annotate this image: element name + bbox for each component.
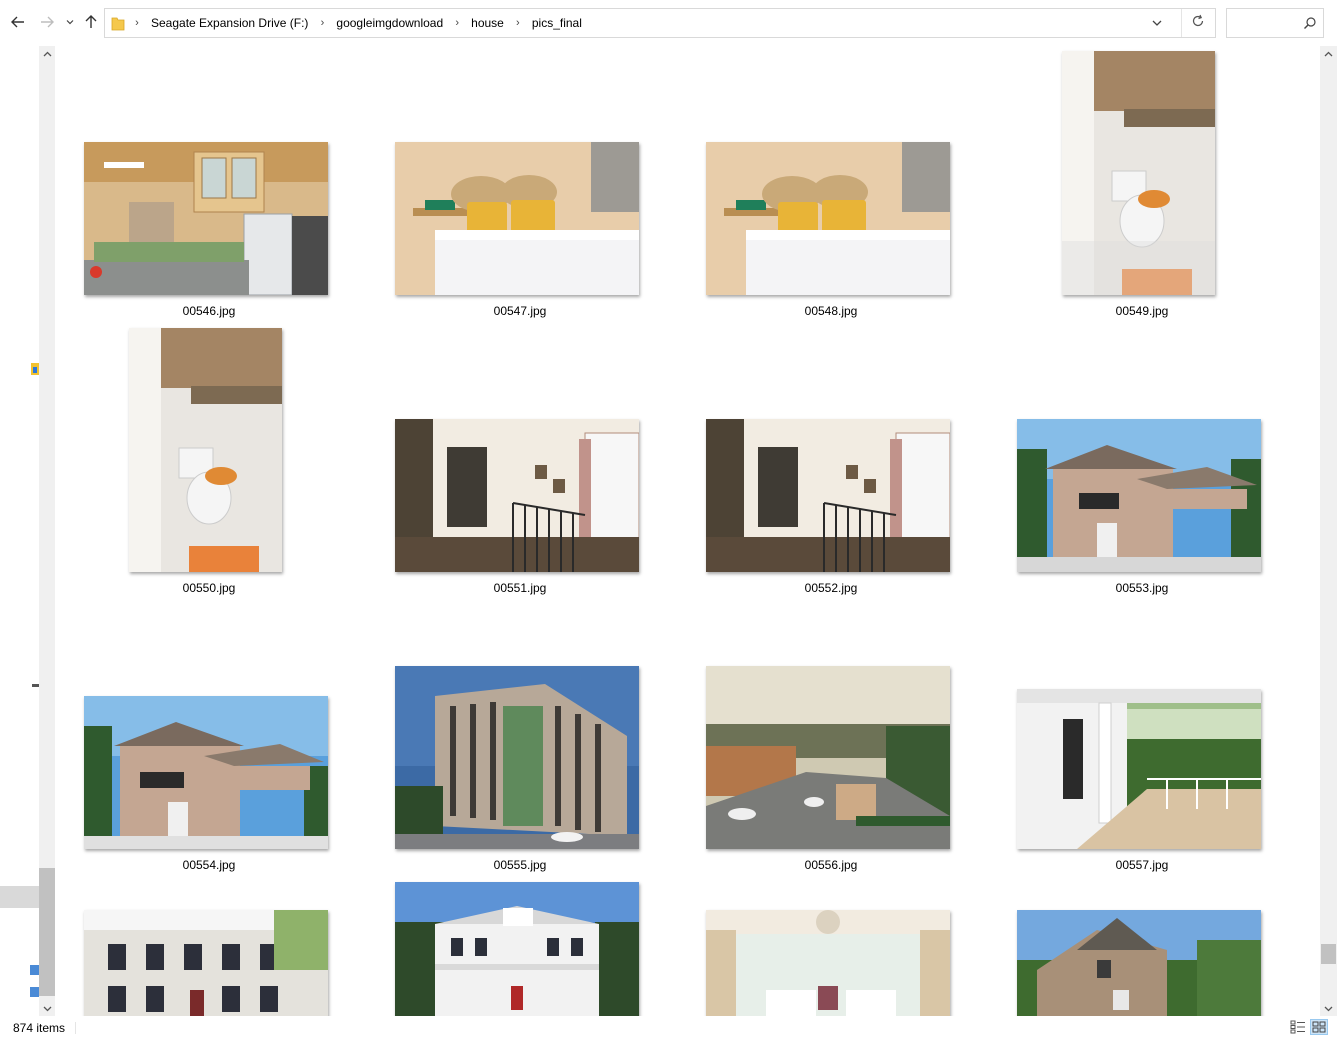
file-name[interactable]: 00547.jpg [370, 304, 670, 318]
image-thumbnail[interactable] [1017, 689, 1261, 849]
file-name[interactable]: 00551.jpg [370, 581, 670, 595]
recent-locations-button[interactable] [60, 11, 80, 33]
chevron-down-icon [43, 1006, 51, 1011]
address-divider [1181, 9, 1182, 37]
image-thumbnail[interactable] [1017, 910, 1261, 1016]
status-bar: 874 items [0, 1016, 1337, 1040]
refresh-icon [1192, 14, 1204, 27]
up-button[interactable] [80, 11, 102, 33]
scroll-up-button[interactable] [39, 46, 55, 62]
file-name[interactable]: 00553.jpg [992, 581, 1292, 595]
navigation-pane[interactable] [0, 46, 39, 1016]
status-divider [75, 1022, 76, 1034]
image-thumbnail[interactable] [84, 910, 328, 1016]
address-bar[interactable]: › Seagate Expansion Drive (F:) › googlei… [104, 8, 1216, 38]
scrollbar-thumb[interactable] [39, 868, 55, 996]
details-view-icon[interactable] [1290, 1020, 1306, 1034]
breadcrumb-chevron-icon[interactable]: › [129, 17, 145, 29]
file-name[interactable]: 00554.jpg [59, 858, 359, 872]
breadcrumb-chevron-icon[interactable]: › [449, 17, 465, 29]
back-button[interactable] [7, 11, 29, 33]
breadcrumb-item-googleimgdownload[interactable]: googleimgdownload [330, 16, 449, 30]
image-thumbnail[interactable] [1017, 419, 1261, 572]
address-history-icon[interactable] [1149, 15, 1165, 31]
file-name[interactable]: 00546.jpg [59, 304, 359, 318]
chevron-down-icon [1324, 1006, 1333, 1011]
image-thumbnail[interactable] [129, 328, 282, 572]
file-name[interactable]: 00549.jpg [992, 304, 1292, 318]
file-name[interactable]: 00555.jpg [370, 858, 670, 872]
scroll-down-button[interactable] [39, 1000, 55, 1016]
selected-nav-item[interactable] [0, 886, 39, 908]
image-thumbnail[interactable] [84, 696, 328, 849]
navigation-bar: › Seagate Expansion Drive (F:) › googlei… [0, 0, 1337, 46]
scrollbar-thumb[interactable] [1321, 944, 1336, 964]
scroll-down-button[interactable] [1320, 1000, 1337, 1016]
image-thumbnail[interactable] [84, 142, 328, 295]
drive-icon[interactable] [32, 684, 39, 687]
image-thumbnail[interactable] [706, 666, 950, 849]
file-name[interactable]: 00552.jpg [681, 581, 981, 595]
chevron-up-icon [1324, 51, 1333, 56]
chevron-down-icon [66, 20, 74, 25]
image-thumbnail[interactable] [706, 910, 950, 1016]
image-thumbnail[interactable] [1062, 51, 1215, 295]
arrow-up-icon [85, 15, 97, 28]
scroll-up-button[interactable] [1320, 46, 1337, 62]
arrow-right-icon [41, 16, 54, 28]
chevron-up-icon [43, 51, 51, 56]
file-name[interactable]: 00557.jpg [992, 858, 1292, 872]
breadcrumb-item-pics-final[interactable]: pics_final [526, 16, 588, 30]
image-thumbnail[interactable] [395, 882, 639, 1016]
nav-pane-scrollbar[interactable] [39, 46, 55, 1016]
large-icons-view-icon[interactable] [1310, 1019, 1328, 1035]
breadcrumb-item-house[interactable]: house [465, 16, 510, 30]
breadcrumb: › Seagate Expansion Drive (F:) › googlei… [129, 9, 588, 37]
image-thumbnail[interactable] [395, 419, 639, 572]
file-name[interactable]: 00556.jpg [681, 858, 981, 872]
item-count: 874 items [13, 1021, 66, 1035]
image-thumbnail[interactable] [395, 666, 639, 849]
forward-button[interactable] [36, 11, 58, 33]
file-name[interactable]: 00548.jpg [681, 304, 981, 318]
file-grid[interactable]: 00546.jpg 00547.jpg 00548.jpg 00549.jpg … [56, 46, 1320, 1016]
network-icon[interactable] [30, 965, 39, 975]
image-thumbnail[interactable] [706, 419, 950, 572]
folder-icon[interactable] [31, 363, 39, 375]
folder-icon [111, 17, 125, 31]
breadcrumb-item-drive[interactable]: Seagate Expansion Drive (F:) [145, 16, 314, 30]
image-thumbnail[interactable] [706, 142, 950, 295]
computer-icon[interactable] [30, 987, 39, 997]
arrow-left-icon [11, 16, 24, 28]
search-icon [1304, 17, 1316, 29]
refresh-button[interactable] [1189, 14, 1207, 32]
content-scrollbar[interactable] [1320, 46, 1337, 1016]
breadcrumb-chevron-icon[interactable]: › [510, 17, 526, 29]
breadcrumb-chevron-icon[interactable]: › [314, 17, 330, 29]
search-input[interactable] [1226, 8, 1324, 38]
image-thumbnail[interactable] [395, 142, 639, 295]
file-name[interactable]: 00550.jpg [59, 581, 359, 595]
